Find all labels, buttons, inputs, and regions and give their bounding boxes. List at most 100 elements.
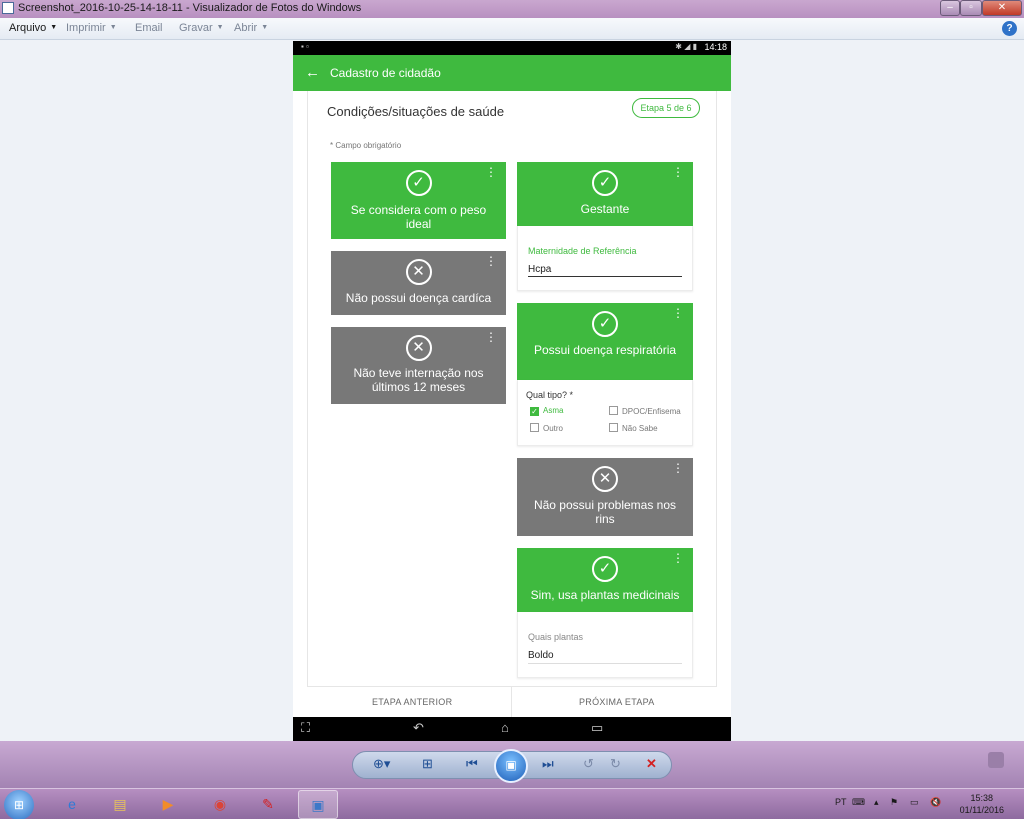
more-vert-icon[interactable]: ⋮ [485,166,497,178]
signal-icons: ✱ ◢ ▮ [675,42,697,51]
tray-expand-icon[interactable]: ▴ [874,797,879,808]
previous-image-icon[interactable]: ⏮ [466,756,478,772]
file-explorer-icon[interactable]: ▤ [100,790,140,819]
menu-imprimir[interactable]: Imprimir ▼ [66,22,117,34]
close-icon: ✕ [592,466,618,492]
content-divider [307,91,308,717]
card-rins[interactable]: ✕ ⋮ Não possui problemas nos rins [517,458,693,536]
flag-icon[interactable]: ⚑ [890,797,898,808]
slideshow-button[interactable]: ▣ [494,749,528,783]
help-icon[interactable]: ? [1002,21,1017,36]
menu-abrir[interactable]: Abrir ▼ [234,22,268,34]
card-tile: ✓ ⋮ Gestante [517,162,693,226]
phone-screenshot: ▪ ▫ ✱ ◢ ▮ 14:18 ← Cadastro de cidadão Co… [293,41,731,741]
card-tile: ✓ ⋮ Sim, usa plantas medicinais [517,548,693,612]
media-player-icon[interactable]: ▶ [148,790,188,819]
checkbox-empty-icon [609,423,618,432]
keyboard-icon[interactable]: ⌨ [852,797,865,808]
photo-viewer-taskbar-icon[interactable]: ▣ [298,790,338,819]
card-tile: ✓ ⋮ Se considera com o peso ideal [331,162,506,239]
card-doenca-respiratoria[interactable]: ✓ ⋮ Possui doença respiratória Qual tipo… [517,303,693,446]
more-vert-icon[interactable]: ⋮ [485,331,497,343]
recents-icon[interactable]: ▭ [591,720,603,736]
start-button[interactable]: ⊞ [4,790,34,819]
more-vert-icon[interactable]: ⋮ [672,166,684,178]
menu-bar: Arquivo ▼ Imprimir ▼ Email Gravar ▼ Abrir ▼ … [0,18,1024,40]
card-plantas-medicinais[interactable]: ✓ ⋮ Sim, usa plantas medicinais Quais pl… [517,548,693,678]
screenshot-icon[interactable]: ⛶ [301,720,310,736]
fit-window-icon[interactable]: ⊞ [422,756,433,772]
android-nav-bar: ⛶ ↶ ⌂ ▭ [293,717,731,741]
more-vert-icon[interactable]: ⋮ [672,307,684,319]
more-vert-icon[interactable]: ⋮ [485,255,497,267]
card-internacao[interactable]: ✕ ⋮ Não teve internação nos últimos 12 m… [331,327,506,404]
checkbox-asma[interactable]: ✓ Asma [530,406,563,416]
system-clock[interactable]: 15:38 01/11/2016 [960,792,1004,816]
back-icon[interactable]: ↶ [413,720,424,736]
chrome-icon[interactable]: ◉ [200,790,240,819]
check-icon: ✓ [592,170,618,196]
card-label: Se considera com o peso ideal [350,203,487,231]
back-arrow-icon[interactable]: ← [305,64,320,81]
rotate-left-icon[interactable]: ↺ [583,756,594,772]
minimize-button[interactable]: ‒ [940,0,960,16]
language-indicator[interactable]: PT [835,797,847,807]
internet-explorer-icon[interactable]: e [52,790,92,819]
checkbox-nao-sabe[interactable]: Não Sabe [609,423,658,433]
nav-divider [511,687,512,718]
card-body: Quais plantas Boldo [517,612,693,678]
photo-viewer-app-icon [2,2,14,14]
input-underline [528,276,682,277]
card-tile: ✕ ⋮ Não possui problemas nos rins [517,458,693,536]
card-gestante[interactable]: ✓ ⋮ Gestante Maternidade de Referência H… [517,162,693,291]
more-vert-icon[interactable]: ⋮ [672,552,684,564]
plantas-input[interactable]: Boldo [528,650,554,661]
menu-email[interactable]: Email [135,22,163,34]
gadget-icon [988,752,1004,768]
menu-gravar[interactable]: Gravar ▼ [179,22,224,34]
card-tile: ✕ ⋮ Não possui doença cardíca [331,251,506,315]
form-content: Condições/situações de saúde Etapa 5 de … [307,91,717,717]
close-window-button[interactable]: ✕ [982,0,1022,16]
checkbox-empty-icon [530,423,539,432]
more-vert-icon[interactable]: ⋮ [672,462,684,474]
chevron-down-icon: ▼ [261,24,269,31]
checkbox-outro[interactable]: Outro [530,423,563,433]
check-icon: ✓ [592,556,618,582]
app-title: Cadastro de cidadão [330,66,441,80]
maternidade-input[interactable]: Hcpa [528,264,551,275]
content-divider [716,91,717,717]
card-tile: ✓ ⋮ Possui doença respiratória [517,303,693,380]
card-label: Gestante [580,202,630,216]
menu-arquivo[interactable]: Arquivo ▼ [9,22,57,34]
chevron-down-icon: ▼ [216,24,224,31]
maternidade-label: Maternidade de Referência [528,246,637,256]
card-label: Sim, usa plantas medicinais [530,588,680,602]
status-time: 14:18 [704,42,727,52]
network-icon[interactable]: ▭ [910,797,919,808]
card-label: Não possui problemas nos rins [533,498,677,526]
required-field-note: * Campo obrigatório [330,141,402,150]
notification-icons: ▪ ▫ [301,42,309,51]
check-icon: ✓ [405,170,432,196]
acrobat-icon[interactable]: ✎ [248,790,288,819]
next-step-button[interactable]: PRÓXIMA ETAPA [579,697,655,707]
zoom-icon[interactable]: ⊕▾ [373,756,390,772]
volume-muted-icon[interactable]: 🔇 [930,797,941,808]
windows-taskbar: ⊞ e ▤ ▶ ◉ ✎ ▣ PT ⌨ ▴ ⚑ ▭ 🔇 15:38 01/11/2… [0,788,1024,819]
chevron-down-icon: ▼ [50,24,58,31]
next-image-icon[interactable]: ⏭ [542,756,554,772]
checkbox-checked-icon: ✓ [530,407,539,416]
checkbox-empty-icon [609,406,618,415]
plantas-label: Quais plantas [528,632,584,642]
maximize-button[interactable]: ▫ [960,0,982,16]
home-icon[interactable]: ⌂ [501,720,509,735]
card-peso-ideal[interactable]: ✓ ⋮ Se considera com o peso ideal [331,162,506,239]
delete-icon[interactable]: ✕ [646,756,657,772]
card-doenca-cardiaca[interactable]: ✕ ⋮ Não possui doença cardíca [331,251,506,315]
previous-step-button[interactable]: ETAPA ANTERIOR [372,697,452,707]
input-underline [528,663,682,664]
rotate-right-icon[interactable]: ↻ [610,756,621,772]
checkbox-dpoc[interactable]: DPOC/Enfisema [609,406,681,416]
android-status-bar: ▪ ▫ ✱ ◢ ▮ 14:18 [293,41,731,55]
